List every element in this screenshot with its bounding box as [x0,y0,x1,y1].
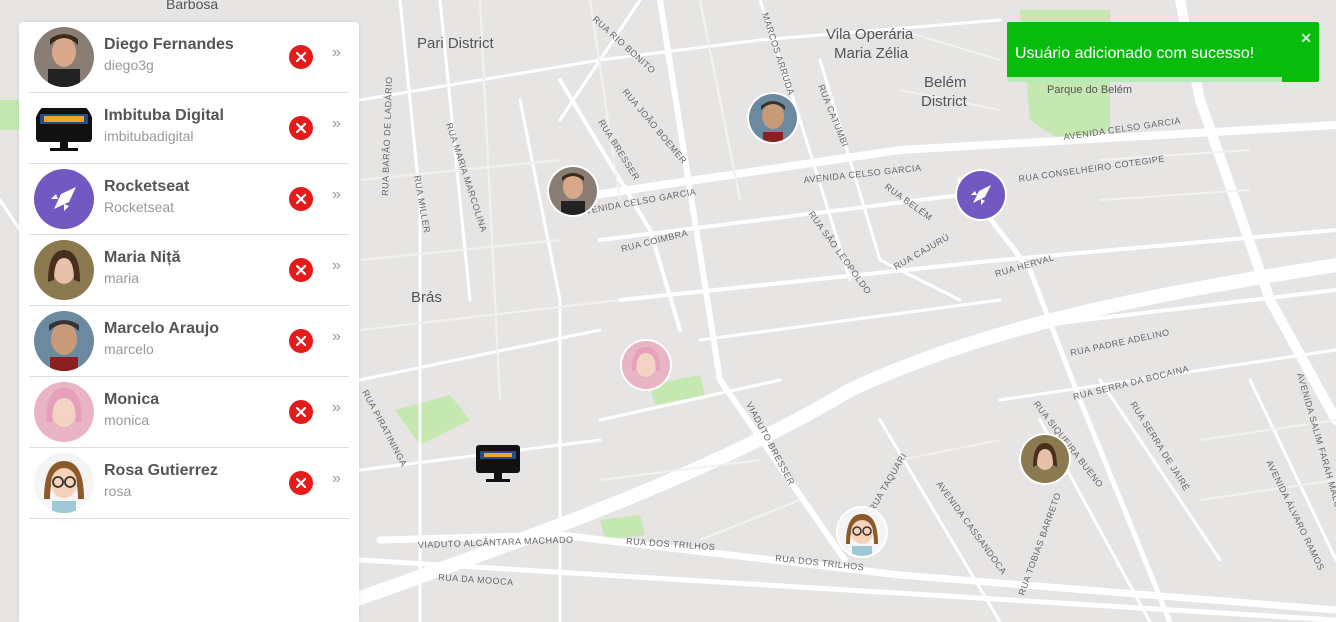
close-x-icon [296,52,306,62]
user-list: Diego Fernandes diego3g » Imbituba Digital i… [19,22,359,519]
chevron-right-icon[interactable]: » [332,257,341,275]
remove-user-button[interactable] [289,116,313,140]
toast-progress-bar [1007,77,1282,82]
toast-message: Usuário adicionado com sucesso! [1015,45,1255,62]
remove-user-button[interactable] [289,187,313,211]
close-icon[interactable]: ✕ [1300,30,1312,47]
remove-user-button[interactable] [289,471,313,495]
avatar [34,382,94,442]
close-x-icon [296,194,306,204]
chevron-right-icon[interactable]: » [332,186,341,204]
chevron-right-icon[interactable]: » [332,115,341,133]
user-list-item[interactable]: Rocketseat Rocketseat » [29,164,349,235]
close-x-icon [296,123,306,133]
map-label: Vila Operária [826,26,914,43]
close-x-icon [296,407,306,417]
user-name: Rocketseat [104,178,190,195]
avatar [34,27,94,87]
user-name: Marcelo Araujo [104,320,219,337]
map-marker-marcelo[interactable] [749,94,797,142]
user-list-item[interactable]: Rosa Gutierrez rosa » [29,448,349,519]
chevron-right-icon[interactable]: » [332,44,341,62]
success-toast: Usuário adicionado com sucesso! ✕ [1007,22,1319,82]
user-login: marcelo [104,341,154,357]
user-login: monica [104,412,150,428]
users-sidebar: Diego Fernandes diego3g » Imbituba Digital i… [19,22,359,622]
avatar [34,453,94,513]
user-login: maria [104,270,140,286]
map-label: Pari District [417,35,495,52]
remove-user-button[interactable] [289,45,313,69]
map-label: Barbosa [166,0,218,12]
user-name: Diego Fernandes [104,36,234,53]
user-list-item[interactable]: Diego Fernandes diego3g » [29,22,349,93]
user-list-item[interactable]: Maria Niță maria » [29,235,349,306]
map-label: District [921,93,968,110]
map-marker-maria[interactable] [1021,435,1069,483]
map-marker-rosa[interactable] [838,508,886,556]
user-login: Rocketseat [104,199,175,215]
remove-user-button[interactable] [289,329,313,353]
user-list-item[interactable]: Marcelo Araujo marcelo » [29,306,349,377]
map-label: Parque do Belém [1047,84,1132,96]
map-marker-rocketseat[interactable] [957,171,1005,219]
chevron-right-icon[interactable]: » [332,399,341,417]
map-marker-monica[interactable] [622,341,670,389]
user-login: diego3g [104,57,154,73]
close-x-icon [296,265,306,275]
user-login: rosa [104,483,132,499]
user-name: Rosa Gutierrez [104,462,218,479]
user-list-item[interactable]: Imbituba Digital imbitubadigital » [29,93,349,164]
map-label: Belém [924,74,967,91]
user-name: Maria Niță [104,249,181,266]
map-label: Brás [411,289,442,306]
avatar [34,311,94,371]
map-label: Maria Zélia [834,45,909,62]
chevron-right-icon[interactable]: » [332,470,341,488]
map-marker-imbituba[interactable] [474,441,522,489]
chevron-right-icon[interactable]: » [332,328,341,346]
user-name: Imbituba Digital [104,107,224,124]
remove-user-button[interactable] [289,400,313,424]
close-x-icon [296,336,306,346]
user-name: Monica [104,391,160,408]
remove-user-button[interactable] [289,258,313,282]
avatar [34,240,94,300]
avatar [34,169,94,229]
avatar [34,98,94,158]
map-marker-diego[interactable] [549,167,597,215]
user-list-item[interactable]: Monica monica » [29,377,349,448]
close-x-icon [296,478,306,488]
user-login: imbitubadigital [104,128,194,144]
